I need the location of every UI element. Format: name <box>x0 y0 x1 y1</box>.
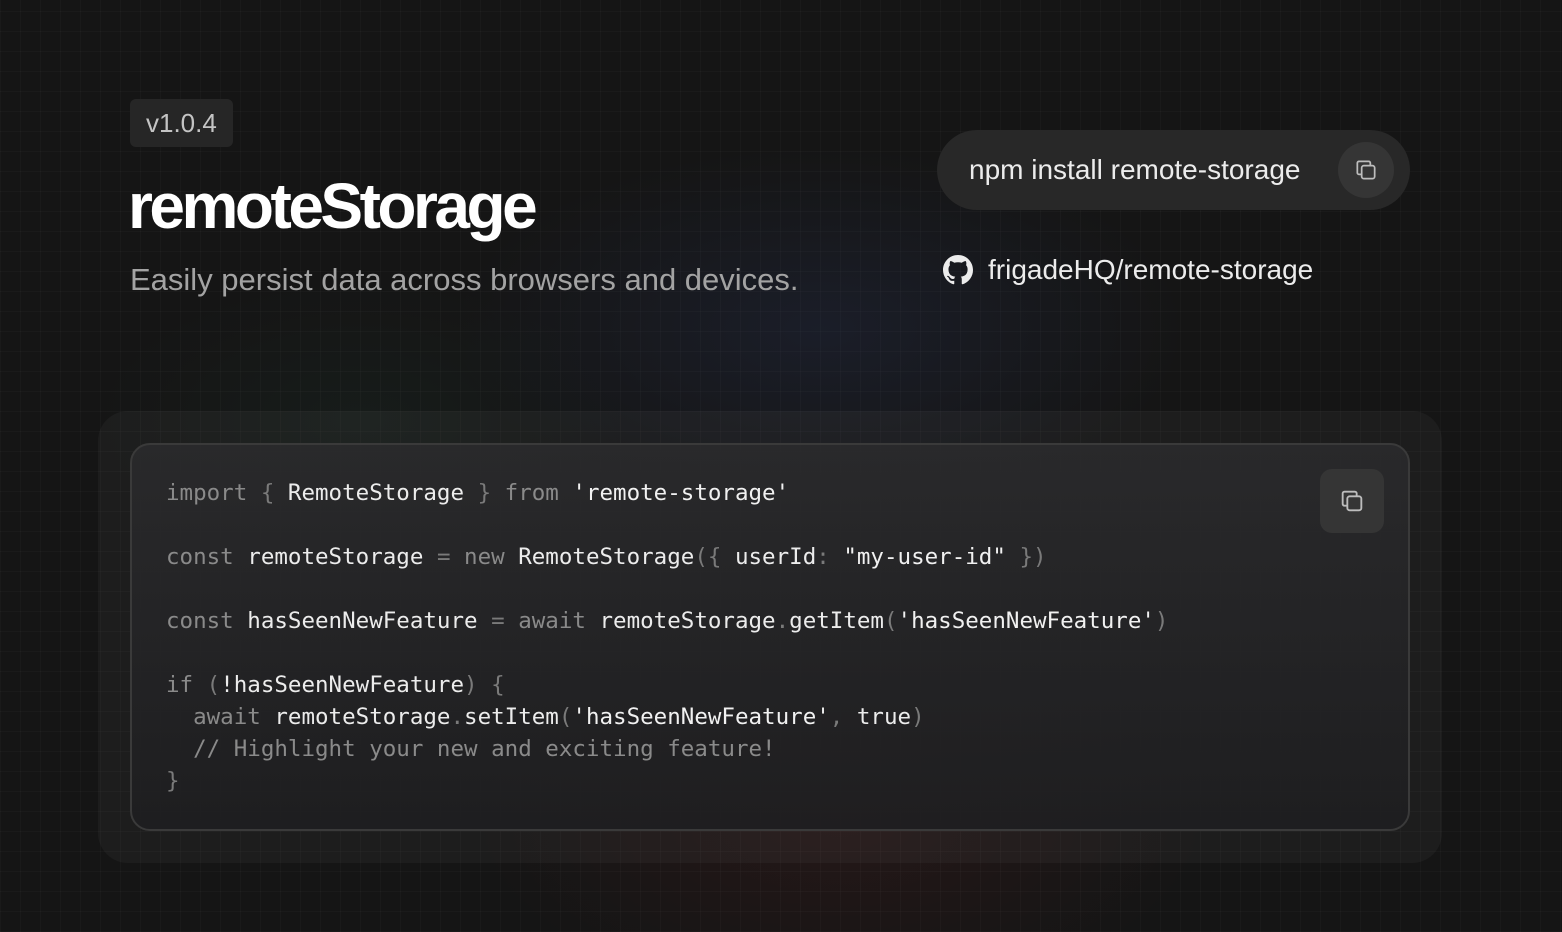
install-command-text: npm install remote-storage <box>969 154 1301 185</box>
code-token: new <box>464 544 519 570</box>
code-token: . <box>450 704 465 730</box>
copy-icon <box>1341 490 1363 512</box>
code-token: 'hasSeenNewFeature' <box>897 608 1155 634</box>
github-repo-label: frigadeHQ/remote-storage <box>988 254 1314 285</box>
code-line: } <box>166 765 1168 797</box>
code-token: = <box>436 544 465 570</box>
code-token: } <box>166 768 180 794</box>
code-token: await <box>518 608 600 634</box>
code-token: const <box>166 608 248 634</box>
code-token: RemoteStorage <box>518 544 695 570</box>
code-line: if (!hasSeenNewFeature) { <box>166 669 1168 701</box>
code-line: await remoteStorage.setItem('hasSeenNewF… <box>166 701 1168 733</box>
code-token: 'hasSeenNewFeature' <box>572 704 830 730</box>
code-token: ( <box>558 704 573 730</box>
code-token: from <box>504 480 573 506</box>
code-line: import { RemoteStorage } from 'remote-st… <box>166 477 1168 509</box>
code-token: ) <box>1154 608 1169 634</box>
code-token: RemoteStorage <box>287 480 478 506</box>
code-token: const <box>166 544 248 570</box>
code-token: getItem <box>789 608 884 634</box>
code-token: remoteStorage <box>599 608 776 634</box>
code-token: remoteStorage <box>274 704 451 730</box>
code-token: } <box>477 480 505 506</box>
version-label: v1.0.4 <box>146 107 217 138</box>
code-token: }) <box>1005 544 1047 570</box>
code-token: ) <box>911 704 925 730</box>
code-token: ! <box>220 672 234 698</box>
code-token: // Highlight your new and exciting featu… <box>166 736 776 762</box>
version-badge: v1.0.4 <box>130 99 233 147</box>
code-token: 'remote-storage' <box>572 480 790 506</box>
code-token: import <box>166 480 261 506</box>
code-token: if <box>166 672 207 698</box>
code-token: { <box>260 480 288 506</box>
code-token: hasSeenNewFeature <box>233 672 465 698</box>
code-token: hasSeenNewFeature <box>247 608 492 634</box>
code-token: ( <box>883 608 898 634</box>
install-command-box: npm install remote-storage <box>937 130 1410 210</box>
code-token: : <box>816 544 844 570</box>
code-token: "my-user-id" <box>843 544 1006 570</box>
code-line: // Highlight your new and exciting featu… <box>166 733 1168 765</box>
code-token: ( <box>206 672 221 698</box>
code-token: , <box>829 704 857 730</box>
code-token: ({ <box>694 544 735 570</box>
code-token: true <box>856 704 912 730</box>
code-example-card: import { RemoteStorage } from 'remote-st… <box>130 443 1410 831</box>
copy-icon <box>1356 160 1376 180</box>
install-copy-button[interactable] <box>1338 142 1394 198</box>
page-subtitle: Easily persist data across browsers and … <box>130 262 799 297</box>
github-icon <box>942 254 974 286</box>
code-token: userId <box>734 544 817 570</box>
github-repo-link[interactable]: frigadeHQ/remote-storage <box>942 254 1313 286</box>
page-title: remoteStorage <box>128 170 538 242</box>
code-copy-button[interactable] <box>1320 469 1384 533</box>
code-token: setItem <box>464 704 559 730</box>
code-line: const hasSeenNewFeature = await remoteSt… <box>166 605 1168 637</box>
code-token: ) { <box>464 672 505 698</box>
code-block: import { RemoteStorage } from 'remote-st… <box>166 477 1168 797</box>
code-token: remoteStorage <box>247 544 437 570</box>
code-line: const remoteStorage = new RemoteStorage(… <box>166 541 1168 573</box>
code-token: = <box>491 608 519 634</box>
code-token: . <box>775 608 790 634</box>
code-token: await <box>166 704 275 730</box>
